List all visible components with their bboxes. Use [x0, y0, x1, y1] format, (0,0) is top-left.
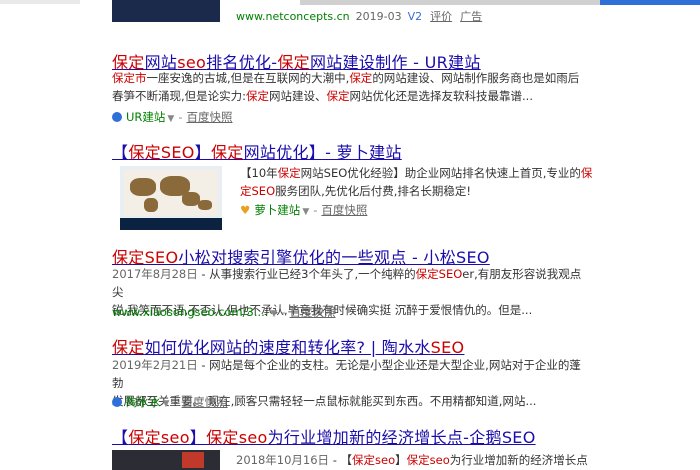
- site-logo-icon: [112, 112, 122, 122]
- world-map-image: [124, 170, 218, 216]
- result-title[interactable]: 【保定SEO】保定网站优化】- 萝卜建站: [112, 139, 402, 163]
- description-segment: 2018年10月16日: [236, 453, 330, 467]
- description-segment: 保定市: [112, 71, 147, 85]
- search-box-edge[interactable]: [300, 0, 600, 5]
- description-line: 定SEO服务团队,先优化后付费,排名长期稳定!: [240, 182, 600, 200]
- description-segment: 2019年2月21日: [112, 358, 198, 372]
- description-segment: 定SEO: [240, 184, 276, 198]
- description-segment: 保: [580, 166, 593, 180]
- result-meta: ♥ 萝卜建站 ▼ - 百度快照: [240, 203, 368, 217]
- result-source[interactable]: 萝卜建站: [254, 203, 300, 217]
- title-segment[interactable]: 保定: [211, 143, 244, 162]
- description-segment: 一座安逸的古城,但是在互联网的大潮中,: [146, 71, 350, 85]
- snapshot-link[interactable]: 百度快照: [290, 305, 336, 319]
- title-segment[interactable]: 【: [112, 428, 128, 447]
- result-thumbnail[interactable]: [120, 166, 222, 230]
- result-description: 2018年10月16日 - 【保定seo】保定seo为行业增加新的经济增长点: [236, 452, 588, 468]
- top-bar: [0, 0, 700, 7]
- title-segment[interactable]: 【: [112, 143, 128, 162]
- title-segment[interactable]: 为行业增加新的经济增长点-企鹅SEO: [268, 428, 536, 447]
- description-segment: 2017年8月28日: [112, 267, 198, 281]
- description-segment: 保定: [349, 71, 373, 85]
- title-segment[interactable]: 】: [195, 143, 211, 162]
- description-line: 2019年2月21日 - 网站是每个企业的支柱。无论是小型企业还是大型企业,网站…: [112, 356, 592, 392]
- description-segment: 网站优化还是选择友软科技最靠谱...: [349, 89, 533, 103]
- site-logo-icon: [112, 397, 122, 407]
- ad-link[interactable]: 广告: [460, 10, 482, 23]
- dropdown-arrow-icon[interactable]: ▼: [163, 399, 170, 409]
- description-segment: 保定seo: [406, 453, 450, 467]
- result-description: 保定市一座安逸的古城,但是在互联网的大潮中,保定的网站建设、网站制作服务商也是如…: [112, 69, 592, 105]
- description-segment: 网站SEO优化经验】助企业网站排名快速上首页,专业的: [300, 166, 581, 180]
- snapshot-link[interactable]: 百度快照: [187, 110, 233, 124]
- description-segment: 【10年: [240, 166, 278, 180]
- title-segment[interactable]: 保定SEO: [128, 143, 194, 162]
- dropdown-arrow-icon[interactable]: ▼: [302, 207, 309, 217]
- result-source[interactable]: 陶水水: [126, 395, 161, 409]
- result-meta: 陶水水 ▼ - 百度快照: [112, 394, 228, 410]
- title-segment[interactable]: 保定seo: [128, 428, 189, 447]
- radish-logo-icon: ♥: [240, 203, 251, 217]
- result-meta: www.netconcepts.cn 2019-03 V2 评价 广告: [236, 8, 482, 24]
- dropdown-arrow-icon[interactable]: ▼: [270, 309, 277, 319]
- title-segment[interactable]: 网站优化】- 萝卜建站: [244, 143, 402, 162]
- description-line: 2017年8月28日 - 从事搜索行业已经3个年头了,一个纯粹的保定SEOer,…: [112, 265, 592, 301]
- result-meta: UR建站 ▼ - 百度快照: [112, 109, 233, 125]
- result-meta: www.xiaosongseo.com/3.... ▼ - 百度快照: [112, 305, 336, 319]
- dropdown-arrow-icon[interactable]: ▼: [167, 114, 174, 124]
- description-segment: 保定: [326, 89, 350, 103]
- description-segment: 保定: [277, 166, 301, 180]
- description-segment: - 从事搜索行业已经3个年头了,一个纯粹的: [197, 267, 416, 281]
- description-segment: 保定seo: [352, 453, 396, 467]
- description-segment: 春笋不断涌现,但是论实力:: [112, 89, 247, 103]
- result-url[interactable]: www.xiaosongseo.com/3....: [112, 305, 268, 319]
- result-date: 2019-03: [355, 10, 402, 23]
- result-title[interactable]: 【保定seo】保定seo为行业增加新的经济增长点-企鹅SEO: [112, 424, 536, 448]
- title-segment[interactable]: 如何优化网站的速度和转化率? | 陶水水: [145, 338, 431, 357]
- description-line: 春笋不断涌现,但是论实力:保定网站建设、保定网站优化还是选择友软科技最靠谱...: [112, 87, 592, 105]
- description-segment: 的网站建设、网站制作服务商也是如雨后: [372, 71, 580, 85]
- result-url[interactable]: www.netconcepts.cn: [236, 10, 350, 23]
- search-button-edge[interactable]: [600, 0, 700, 5]
- verified-badge[interactable]: V2: [408, 10, 423, 23]
- description-segment: - 【: [329, 453, 353, 467]
- description-segment: 网站建设、: [269, 89, 327, 103]
- description-segment: 保定SEO: [415, 267, 463, 281]
- description-line: 保定市一座安逸的古城,但是在互联网的大潮中,保定的网站建设、网站制作服务商也是如…: [112, 69, 592, 87]
- title-segment[interactable]: SEO: [431, 338, 465, 357]
- snapshot-link[interactable]: 百度快照: [321, 203, 367, 217]
- result-source[interactable]: UR建站: [126, 110, 165, 124]
- rate-link[interactable]: 评价: [430, 10, 452, 23]
- result-thumbnail[interactable]: [112, 0, 220, 22]
- thumbnail-accent: [182, 452, 204, 468]
- description-segment: 】: [395, 453, 407, 467]
- result-description: 【10年保定网站SEO优化经验】助企业网站排名快速上首页,专业的保 定SEO服务团…: [240, 164, 600, 200]
- title-segment[interactable]: 】: [190, 428, 206, 447]
- top-bar-left: [0, 0, 80, 4]
- result-thumbnail[interactable]: [112, 450, 220, 470]
- description-segment: 服务团队,先优化后付费,排名长期稳定!: [275, 184, 472, 198]
- description-segment: 为行业增加新的经济增长点: [449, 453, 588, 467]
- snapshot-link[interactable]: 百度快照: [182, 395, 228, 409]
- description-line: 【10年保定网站SEO优化经验】助企业网站排名快速上首页,专业的保: [240, 164, 600, 182]
- description-segment: 保定: [246, 89, 270, 103]
- title-segment[interactable]: 保定seo: [206, 428, 267, 447]
- thumbnail-footer: [120, 218, 222, 230]
- result-title[interactable]: 保定如何优化网站的速度和转化率? | 陶水水SEO: [112, 334, 464, 358]
- title-segment[interactable]: 保定: [112, 338, 145, 357]
